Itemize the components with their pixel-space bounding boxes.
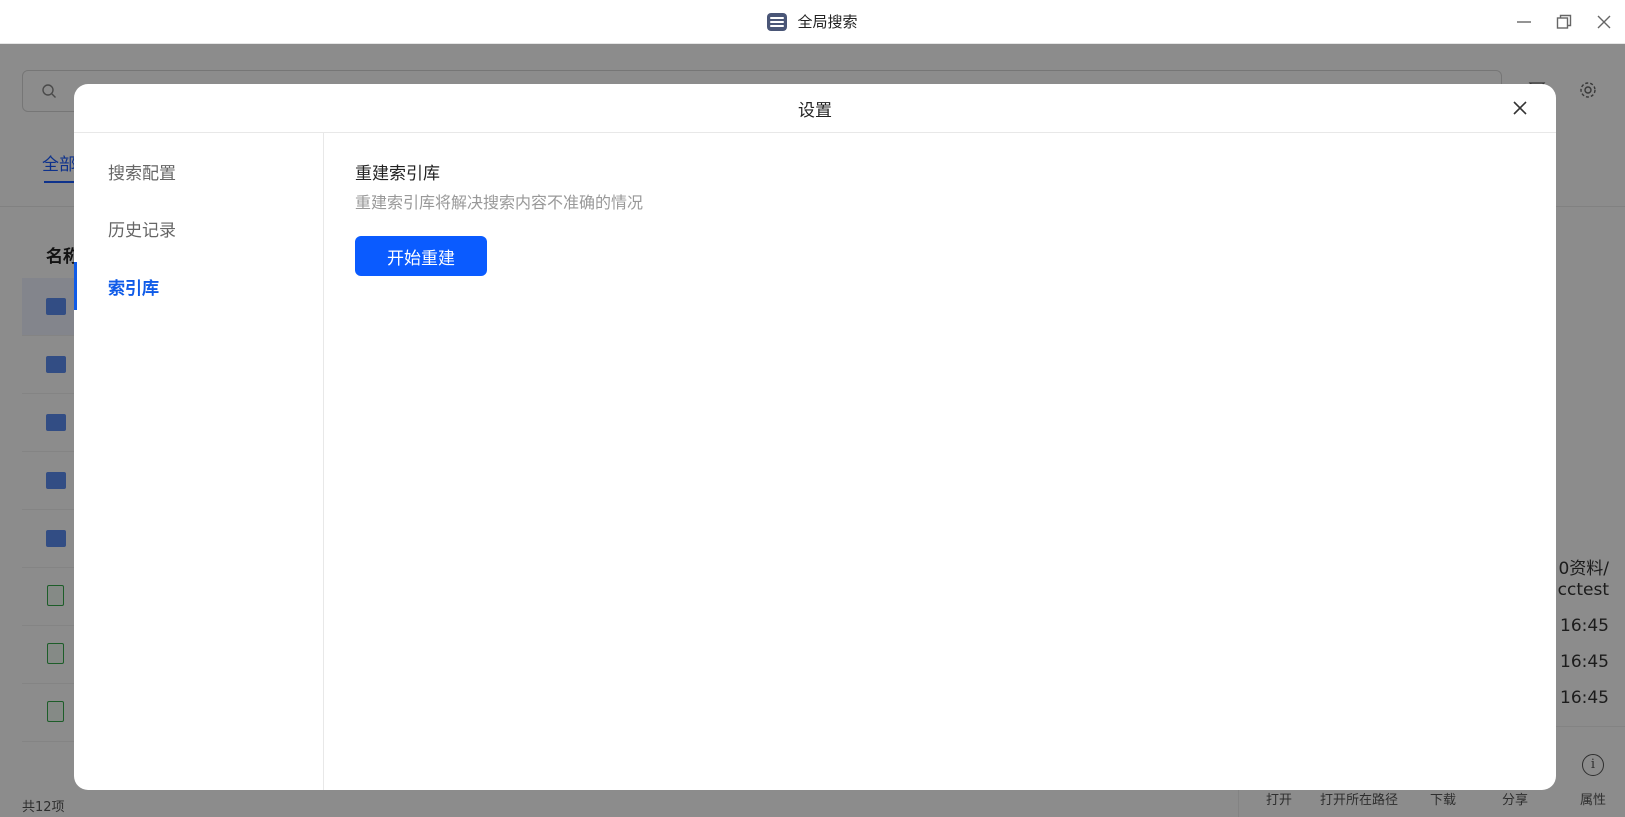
maximize-icon[interactable] [1553,11,1575,33]
sidebar-item-index[interactable]: 索引库 [74,262,323,310]
title-bar: 全局搜索 [0,0,1625,44]
dialog-close-icon[interactable] [1508,96,1532,120]
app-title: 全局搜索 [797,13,858,31]
app-logo-icon [767,12,788,31]
window-controls [1513,0,1615,44]
start-rebuild-button[interactable]: 开始重建 [355,236,487,276]
minimize-icon[interactable] [1513,11,1535,33]
sidebar-item-search-config[interactable]: 搜索配置 [74,147,323,195]
dialog-header: 设置 [74,84,1556,133]
app-title-group: 全局搜索 [767,11,858,32]
section-title: 重建索引库 [355,164,440,184]
settings-content: 重建索引库 重建索引库将解决搜索内容不准确的情况 开始重建 [325,133,1556,790]
section-description: 重建索引库将解决搜索内容不准确的情况 [355,193,644,212]
settings-sidebar: 搜索配置 历史记录 索引库 [74,133,324,790]
settings-dialog: 设置 搜索配置 历史记录 索引库 重建索引库 重建索引库将解决搜索内容不准确的情… [74,84,1556,790]
window-close-icon[interactable] [1593,11,1615,33]
sidebar-item-history[interactable]: 历史记录 [74,204,323,252]
dialog-title: 设置 [798,100,832,121]
